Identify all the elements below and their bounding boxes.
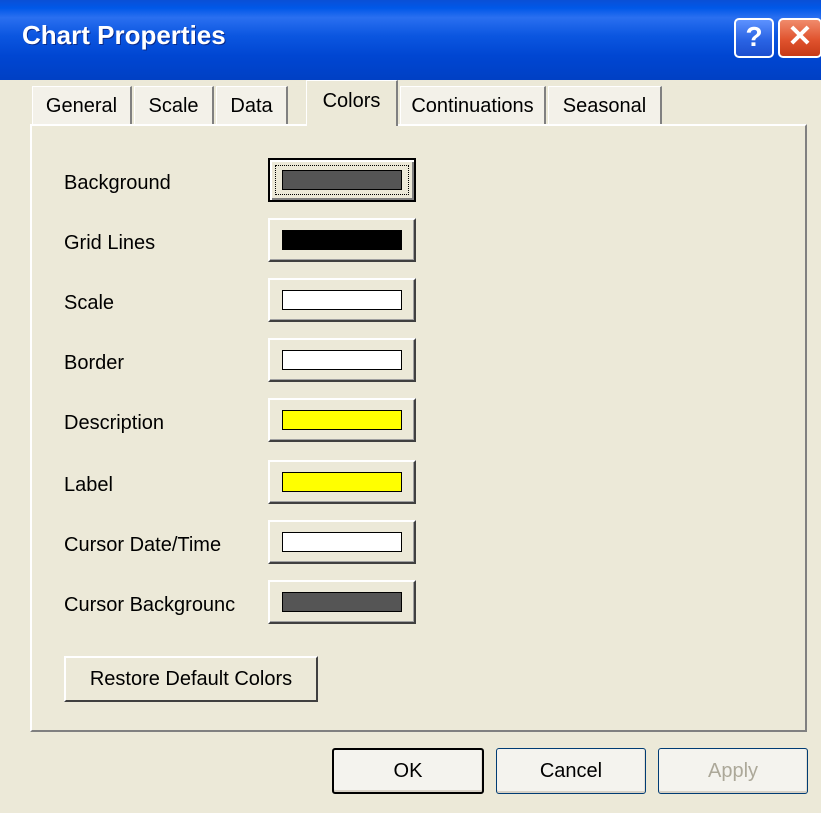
grid-lines-color-label: Grid Lines [64, 232, 156, 254]
close-icon: ✕ [787, 20, 813, 53]
tab-label: Data [230, 95, 273, 117]
ok-button[interactable]: OK [332, 748, 484, 794]
restore-default-colors-button[interactable]: Restore Default Colors [64, 656, 318, 702]
cursor-background-color-button[interactable] [268, 580, 416, 624]
help-button[interactable]: ? [734, 18, 774, 58]
scale-color-swatch [282, 290, 402, 310]
tab-colors[interactable]: Colors [306, 80, 398, 126]
cursor-date-time-color-label: Cursor Date/Time [64, 534, 222, 556]
border-color-button[interactable] [268, 338, 416, 382]
title-bar: Chart Properties ? ✕ [0, 0, 821, 80]
description-color-label: Description [64, 412, 165, 434]
cursor-background-color-label: Cursor Backgrounc [64, 594, 236, 616]
label-color-button[interactable] [268, 460, 416, 504]
tab-label: Colors [322, 90, 381, 112]
scale-color-label: Scale [64, 292, 115, 314]
tab-data[interactable]: Data [216, 86, 288, 124]
tab-label: Scale [148, 95, 199, 117]
border-color-swatch [282, 350, 402, 370]
cursor-date-time-color-swatch [282, 532, 402, 552]
tab-label: Continuations [411, 95, 534, 117]
apply-button[interactable]: Apply [658, 748, 808, 794]
background-color-button[interactable] [268, 158, 416, 202]
description-color-button[interactable] [268, 398, 416, 442]
background-color-label: Background [64, 172, 171, 194]
label-color-swatch [282, 472, 402, 492]
cursor-date-time-color-button[interactable] [268, 520, 416, 564]
grid-lines-color-swatch [282, 230, 402, 250]
tab-seasonal[interactable]: Seasonal [548, 86, 662, 124]
description-color-swatch [282, 410, 402, 430]
tab-general[interactable]: General [32, 86, 132, 124]
scale-color-button[interactable] [268, 278, 416, 322]
window-title: Chart Properties [22, 20, 226, 50]
help-icon: ? [745, 21, 763, 52]
tab-continuations[interactable]: Continuations [400, 86, 546, 124]
cursor-background-color-swatch [282, 592, 402, 612]
label-color-label: Label [64, 474, 113, 496]
border-color-label: Border [64, 352, 125, 374]
tab-label: Seasonal [562, 95, 647, 117]
cancel-button[interactable]: Cancel [496, 748, 646, 794]
tab-scale[interactable]: Scale [134, 86, 214, 124]
background-color-swatch [282, 170, 402, 190]
grid-lines-color-button[interactable] [268, 218, 416, 262]
tab-label: General [45, 95, 118, 117]
close-button[interactable]: ✕ [778, 18, 821, 58]
